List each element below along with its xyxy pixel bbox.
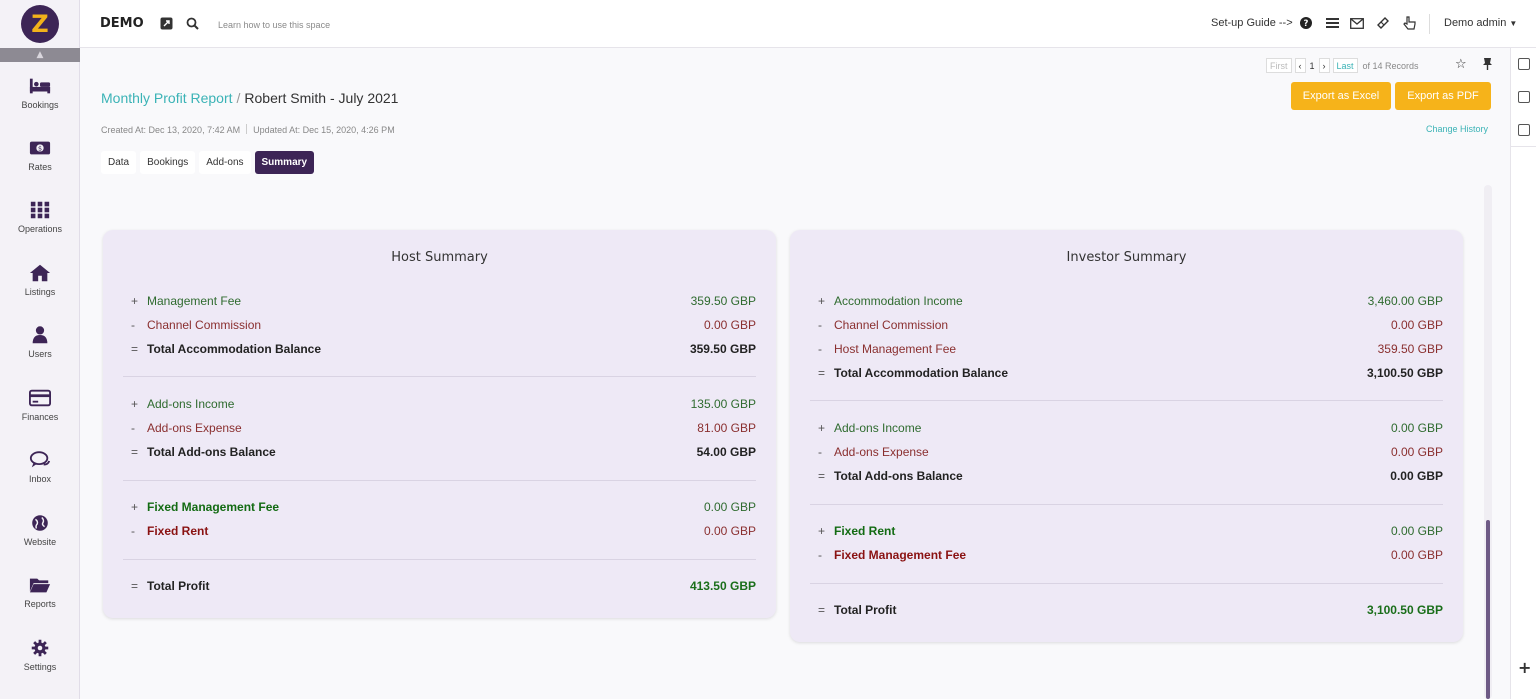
section-divider xyxy=(810,504,1443,505)
grid-icon xyxy=(30,201,50,219)
pin-icon[interactable] xyxy=(1482,57,1493,74)
summary-row: + Management Fee 359.50 GBP xyxy=(131,294,756,308)
chevron-left-icon[interactable]: ‹ xyxy=(1294,58,1306,73)
svg-text:?: ? xyxy=(1304,19,1309,29)
gear-icon xyxy=(31,639,49,657)
breadcrumb: Monthly Profit Report / Robert Smith - Jul… xyxy=(101,90,399,106)
help-icon[interactable]: ? xyxy=(1298,15,1314,31)
note-icon[interactable] xyxy=(1518,58,1530,70)
summary-total-row: = Total Add-ons Balance 0.00 GBP xyxy=(818,469,1443,483)
sidebar: Z ▲ Bookings $ Rates Operations Listings… xyxy=(0,0,80,699)
tab-summary[interactable]: Summary xyxy=(254,151,315,174)
mail-icon[interactable] xyxy=(1349,15,1365,31)
sidebar-collapse-button[interactable]: ▲ xyxy=(0,48,80,62)
summary-row: - Channel Commission 0.00 GBP xyxy=(818,318,1443,332)
search-icon[interactable] xyxy=(184,15,200,31)
page-title: Robert Smith - July 2021 xyxy=(244,90,399,106)
pager-total: of 14 Records xyxy=(1362,60,1419,71)
record-pager: First ‹ 1 › Last of 14 Records xyxy=(1266,58,1419,73)
chevron-up-icon: ▲ xyxy=(36,50,44,60)
summary-row: + Accommodation Income 3,460.00 GBP xyxy=(818,294,1443,308)
sidebar-item-bookings[interactable]: Bookings xyxy=(0,72,80,128)
sidebar-item-finances[interactable]: Finances xyxy=(0,384,80,440)
tab-data[interactable]: Data xyxy=(101,151,137,174)
caret-down-icon: ▼ xyxy=(1509,19,1518,28)
breadcrumb-link-report[interactable]: Monthly Profit Report xyxy=(101,90,233,106)
bed-icon xyxy=(29,78,51,94)
summary-profit-row: = Total Profit 3,100.50 GBP xyxy=(818,603,1443,617)
content-scrollbar-thumb[interactable] xyxy=(1486,520,1490,699)
summary-row: - Add-ons Expense 0.00 GBP xyxy=(818,445,1443,459)
summary-total-row: = Total Accommodation Balance 359.50 GBP xyxy=(131,342,756,356)
card-title: Investor Summary xyxy=(1066,250,1187,265)
pager-first[interactable]: First xyxy=(1266,58,1292,73)
note-icon[interactable] xyxy=(1518,91,1530,103)
folder-icon xyxy=(29,578,51,593)
chevron-right-icon[interactable]: › xyxy=(1318,58,1330,73)
sidebar-item-operations[interactable]: Operations xyxy=(0,196,80,252)
summary-row: + Fixed Management Fee 0.00 GBP xyxy=(131,500,756,514)
sidebar-item-inbox[interactable]: Inbox xyxy=(0,446,80,502)
ticket-icon[interactable] xyxy=(1375,15,1391,31)
record-meta: Created At: Dec 13, 2020, 7:42 AM Updated… xyxy=(101,124,395,135)
sidebar-item-website[interactable]: Website xyxy=(0,509,80,565)
tab-bookings[interactable]: Bookings xyxy=(140,151,196,174)
sidebar-item-users[interactable]: Users xyxy=(0,321,80,377)
star-icon[interactable]: ☆ xyxy=(1455,57,1467,72)
tab-bar: Data Bookings Add-ons Summary xyxy=(101,151,315,174)
user-menu[interactable]: Demo admin ▼ xyxy=(1444,17,1517,29)
rail-divider xyxy=(1511,146,1536,147)
section-divider xyxy=(123,376,756,377)
summary-row: - Channel Commission 0.00 GBP xyxy=(131,318,756,332)
external-link-icon[interactable] xyxy=(158,15,174,31)
menu-icon[interactable] xyxy=(1324,15,1340,31)
section-divider xyxy=(123,559,756,560)
sidebar-item-reports[interactable]: Reports xyxy=(0,571,80,627)
svg-text:$: $ xyxy=(38,145,42,153)
summary-row: + Add-ons Income 135.00 GBP xyxy=(131,397,756,411)
section-divider xyxy=(810,583,1443,584)
card-title: Host Summary xyxy=(391,250,488,265)
pager-last[interactable]: Last xyxy=(1332,58,1358,73)
summary-row: - Fixed Rent 0.00 GBP xyxy=(131,524,756,538)
summary-row: + Add-ons Income 0.00 GBP xyxy=(818,421,1443,435)
right-rail: + xyxy=(1510,48,1536,699)
money-icon: $ xyxy=(29,141,51,155)
export-pdf-button[interactable]: Export as PDF xyxy=(1395,82,1491,110)
workspace-name: DEMO xyxy=(100,16,144,31)
app-logo[interactable]: Z xyxy=(21,5,59,43)
tab-addons[interactable]: Add-ons xyxy=(199,151,251,174)
summary-row: + Fixed Rent 0.00 GBP xyxy=(818,524,1443,538)
plus-icon[interactable]: + xyxy=(1518,658,1531,677)
sidebar-item-listings[interactable]: Listings xyxy=(0,259,80,315)
change-history-link[interactable]: Change History xyxy=(1426,124,1488,134)
pager-current: 1 xyxy=(1309,60,1315,71)
summary-row: - Fixed Management Fee 0.00 GBP xyxy=(818,548,1443,562)
top-bar: DEMO Learn how to use this space Set-up … xyxy=(80,0,1536,48)
pointer-icon[interactable] xyxy=(1401,15,1417,31)
setup-guide-link[interactable]: Set-up Guide --> xyxy=(1211,17,1293,29)
summary-total-row: = Total Add-ons Balance 54.00 GBP xyxy=(131,445,756,459)
topbar-divider xyxy=(1429,14,1430,34)
summary-row: - Host Management Fee 359.50 GBP xyxy=(818,342,1443,356)
globe-icon xyxy=(32,515,48,531)
export-excel-button[interactable]: Export as Excel xyxy=(1291,82,1391,110)
user-icon xyxy=(32,326,48,344)
section-divider xyxy=(810,400,1443,401)
note-icon[interactable] xyxy=(1518,124,1530,136)
sidebar-item-settings[interactable]: Settings xyxy=(0,634,80,690)
home-icon xyxy=(29,264,51,282)
summary-row: - Add-ons Expense 81.00 GBP xyxy=(131,421,756,435)
sidebar-item-rates[interactable]: $ Rates xyxy=(0,134,80,190)
summary-profit-row: = Total Profit 413.50 GBP xyxy=(131,579,756,593)
section-divider xyxy=(123,480,756,481)
investor-summary-card: Investor Summary + Accommodation Income 3,… xyxy=(790,230,1463,642)
chat-icon xyxy=(29,451,51,468)
host-summary-card: Host Summary + Management Fee 359.50 GBP -… xyxy=(103,230,776,618)
summary-total-row: = Total Accommodation Balance 3,100.50 GBP xyxy=(818,366,1443,380)
search-hint[interactable]: Learn how to use this space xyxy=(218,20,330,30)
credit-card-icon xyxy=(29,389,51,407)
